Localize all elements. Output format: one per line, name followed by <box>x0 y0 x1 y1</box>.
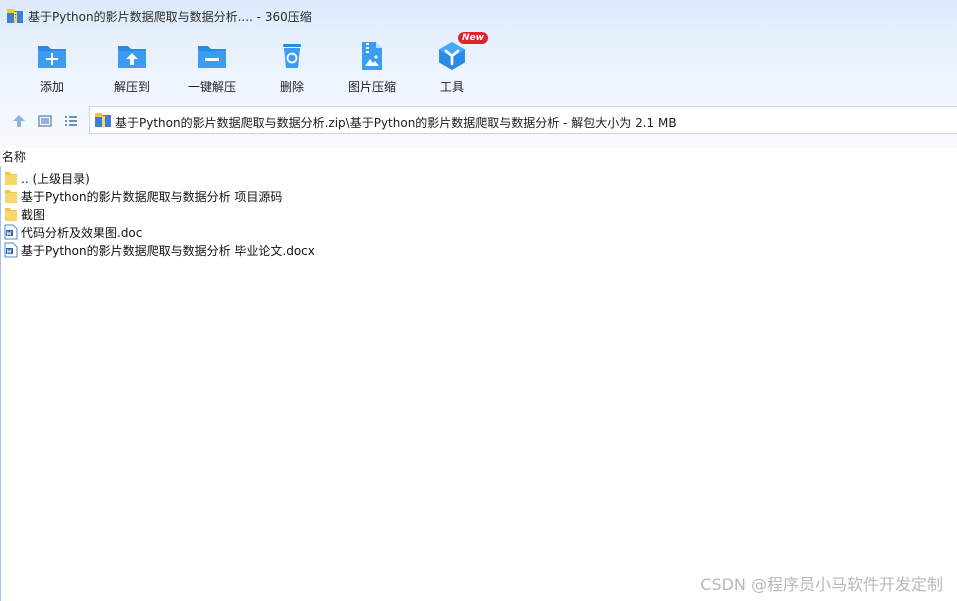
add-button[interactable]: 添加 <box>12 34 92 98</box>
app-window: 基于Python的影片数据爬取与数据分析.... - 360压缩 添加 解压到 <box>0 0 957 601</box>
recycle-bin-icon <box>283 44 301 68</box>
main-toolbar: 添加 解压到 一键解压 删除 图片压缩 New 工具 <box>0 32 957 98</box>
list-view-icon[interactable] <box>63 113 79 129</box>
file-name: 截图 <box>21 208 46 222</box>
one-click-extract-button[interactable]: 一键解压 <box>172 34 252 98</box>
list-header: 名称 <box>0 148 957 166</box>
folder-icon <box>5 208 17 221</box>
folder-icon <box>5 172 17 185</box>
image-compress-label: 图片压缩 <box>347 80 396 94</box>
archive-icon <box>95 113 111 127</box>
file-name: 基于Python的影片数据爬取与数据分析 项目源码 <box>21 190 283 204</box>
word-document-icon <box>4 224 18 240</box>
list-item[interactable]: 基于Python的影片数据爬取与数据分析 项目源码 <box>0 187 957 205</box>
file-list: .. (上级目录) 基于Python的影片数据爬取与数据分析 项目源码 截图 代… <box>0 169 957 259</box>
list-item[interactable]: 代码分析及效果图.doc <box>0 223 957 241</box>
list-item[interactable]: .. (上级目录) <box>0 169 957 187</box>
list-item[interactable]: 基于Python的影片数据爬取与数据分析 毕业论文.docx <box>0 241 957 259</box>
extract-to-button[interactable]: 解压到 <box>92 34 172 98</box>
image-compress-icon <box>362 42 382 70</box>
title-bar: 基于Python的影片数据爬取与数据分析.... - 360压缩 <box>0 0 957 32</box>
extract-to-folder-icon <box>118 46 146 68</box>
add-folder-icon <box>38 46 66 68</box>
path-field[interactable]: 基于Python的影片数据爬取与数据分析.zip\基于Python的影片数据爬取… <box>89 106 957 134</box>
column-header-name[interactable]: 名称 <box>2 148 26 165</box>
navigation-bar: 基于Python的影片数据爬取与数据分析.zip\基于Python的影片数据爬取… <box>0 106 957 136</box>
delete-label: 删除 <box>279 80 304 94</box>
delete-button[interactable]: 删除 <box>252 34 332 98</box>
add-label: 添加 <box>39 80 64 94</box>
thumbnail-view-icon[interactable] <box>37 113 53 129</box>
archive-app-icon <box>7 9 23 23</box>
file-name: 基于Python的影片数据爬取与数据分析 毕业论文.docx <box>21 244 315 258</box>
word-document-icon <box>4 242 18 258</box>
tools-label: 工具 <box>439 80 464 94</box>
image-compress-button[interactable]: 图片压缩 <box>332 34 412 98</box>
up-arrow-icon[interactable] <box>11 113 27 129</box>
one-click-extract-icon <box>198 46 226 68</box>
tools-cube-icon <box>439 42 465 70</box>
file-name: .. (上级目录) <box>21 172 90 186</box>
folder-icon <box>5 190 17 203</box>
extract-to-label: 解压到 <box>113 80 150 94</box>
watermark: CSDN @程序员小马软件开发定制 <box>700 575 943 594</box>
tools-button[interactable]: New 工具 <box>412 32 492 98</box>
file-name: 代码分析及效果图.doc <box>21 226 143 240</box>
list-item[interactable]: 截图 <box>0 205 957 223</box>
new-badge: New <box>458 32 488 44</box>
one-click-extract-label: 一键解压 <box>187 80 236 94</box>
window-title: 基于Python的影片数据爬取与数据分析.... - 360压缩 <box>28 10 312 24</box>
path-text: 基于Python的影片数据爬取与数据分析.zip\基于Python的影片数据爬取… <box>115 116 677 130</box>
